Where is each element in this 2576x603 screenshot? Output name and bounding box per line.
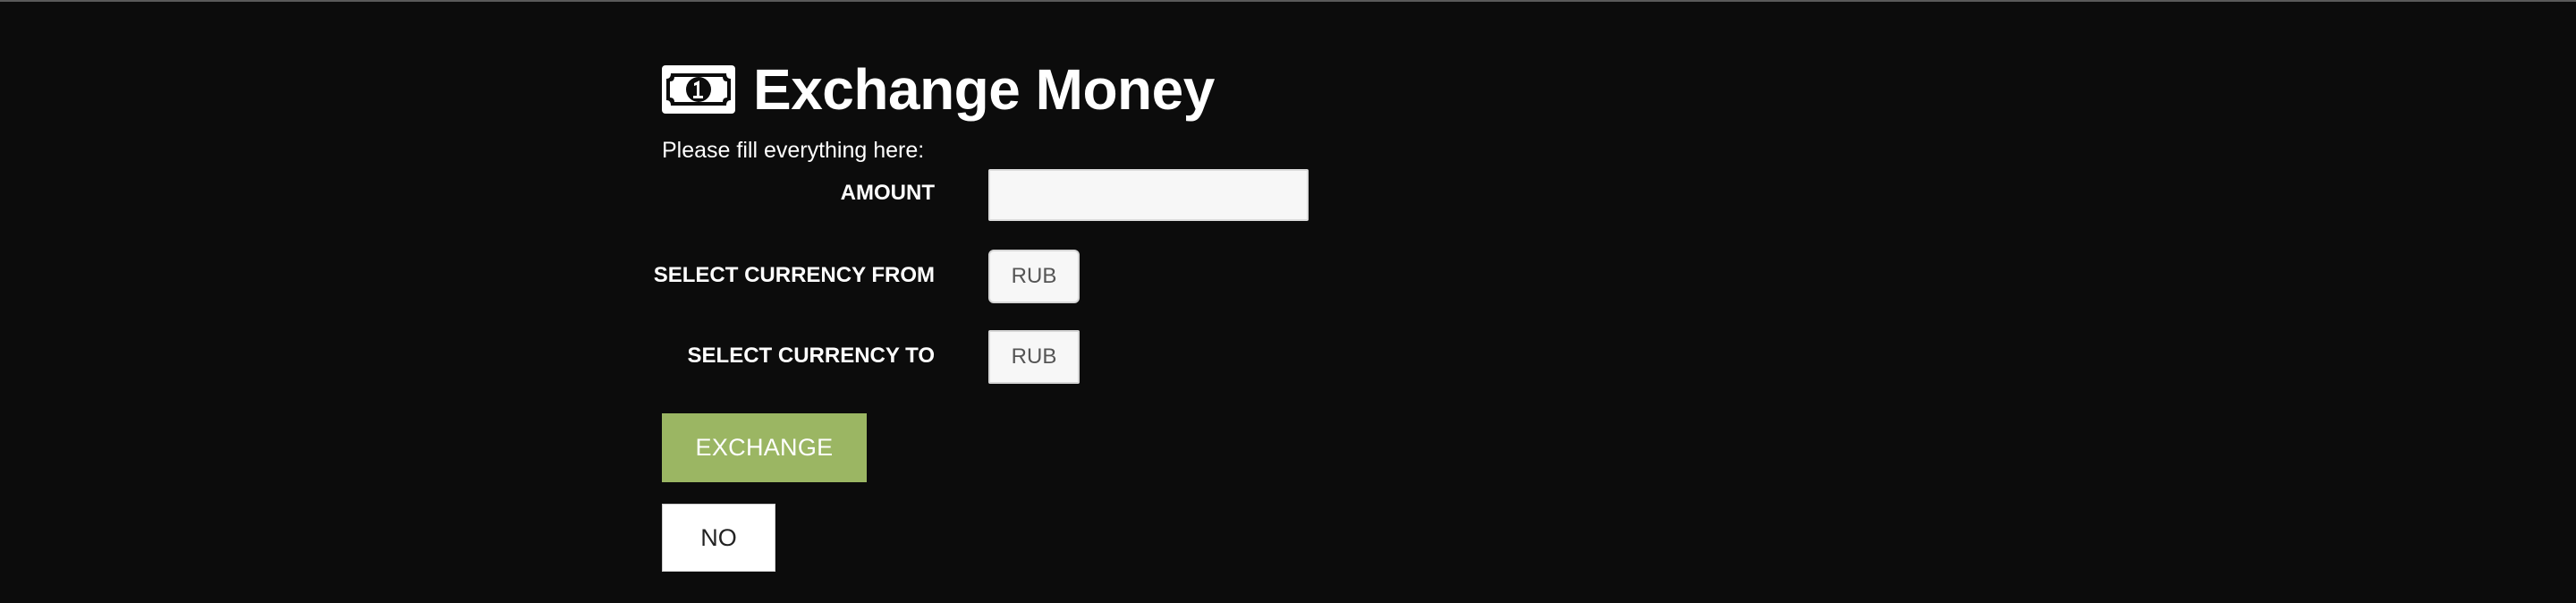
currency-to-row: SELECT CURRENCY TO RUB bbox=[662, 330, 1377, 384]
amount-row: AMOUNT bbox=[662, 169, 1377, 223]
currency-to-select[interactable]: RUB bbox=[988, 330, 1080, 384]
form-instructions: Please fill everything here: bbox=[662, 138, 925, 163]
amount-label: AMOUNT bbox=[840, 181, 935, 205]
money-bill-icon bbox=[662, 65, 735, 114]
currency-from-label: SELECT CURRENCY FROM bbox=[653, 263, 935, 287]
currency-from-row: SELECT CURRENCY FROM RUB bbox=[654, 250, 1377, 303]
exchange-button[interactable]: EXCHANGE bbox=[662, 413, 867, 482]
currency-from-value: RUB bbox=[1011, 264, 1057, 288]
no-button[interactable]: NO bbox=[662, 504, 775, 572]
top-border bbox=[0, 0, 2576, 2]
page-title: Exchange Money bbox=[753, 57, 1215, 122]
currency-from-select[interactable]: RUB bbox=[988, 250, 1080, 303]
amount-input[interactable] bbox=[988, 169, 1309, 221]
currency-to-value: RUB bbox=[1011, 344, 1057, 369]
exchange-form-container: Exchange Money Please fill everything he… bbox=[654, 54, 1377, 572]
page-header: Exchange Money bbox=[662, 54, 1377, 125]
currency-to-label: SELECT CURRENCY TO bbox=[687, 344, 935, 368]
